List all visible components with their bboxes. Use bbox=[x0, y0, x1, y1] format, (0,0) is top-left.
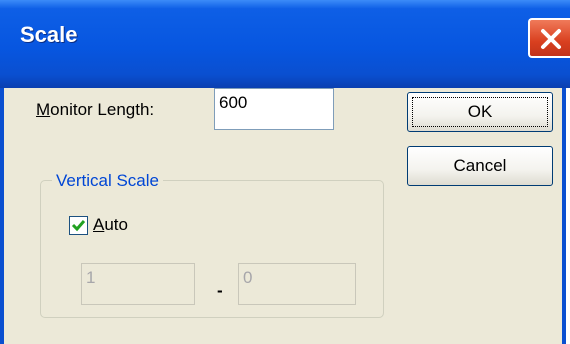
auto-checkbox[interactable] bbox=[69, 216, 88, 235]
checkmark-icon bbox=[71, 220, 86, 232]
monitor-length-label: Monitor Length: bbox=[36, 100, 155, 119]
auto-label: Auto bbox=[93, 215, 128, 234]
scale-min-input[interactable]: 1 bbox=[81, 263, 195, 305]
window-title: Scale bbox=[20, 22, 78, 47]
ok-button[interactable]: OK bbox=[407, 92, 553, 132]
close-button[interactable] bbox=[528, 18, 570, 58]
range-separator: - bbox=[217, 281, 223, 300]
vertical-scale-title: Vertical Scale bbox=[52, 171, 163, 191]
scale-dialog: Scale Monitor Length: 600 OK Cancel Vert… bbox=[0, 0, 570, 344]
monitor-length-input[interactable]: 600 bbox=[214, 88, 334, 130]
title-bar: Scale bbox=[0, 0, 570, 88]
cancel-button[interactable]: Cancel bbox=[407, 146, 553, 186]
ok-button-label: OK bbox=[467, 102, 493, 121]
close-icon bbox=[541, 29, 561, 49]
scale-max-input[interactable]: 0 bbox=[238, 263, 356, 305]
cancel-button-label: Cancel bbox=[453, 156, 507, 175]
